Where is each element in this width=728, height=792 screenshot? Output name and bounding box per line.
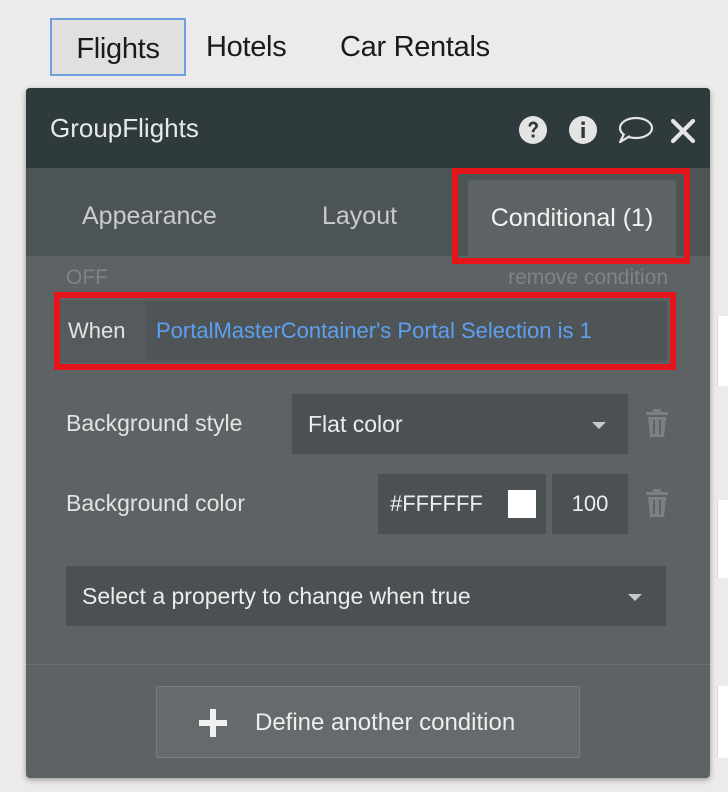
property-select-placeholder: Select a property to change when true	[82, 583, 471, 609]
remove-condition-link[interactable]: remove condition	[508, 266, 668, 290]
color-swatch[interactable]	[508, 490, 536, 518]
background-color-label: Background color	[66, 490, 245, 516]
chevron-down-icon	[592, 422, 606, 429]
trash-icon[interactable]	[644, 408, 670, 438]
tab-car-rentals[interactable]: Car Rentals	[340, 18, 490, 76]
info-icon[interactable]	[568, 115, 598, 145]
condition-status[interactable]: OFF	[66, 266, 108, 290]
background-field	[717, 686, 728, 758]
tab-appearance[interactable]: Appearance	[82, 168, 217, 256]
background-field	[717, 500, 728, 578]
highlight-box-condition	[54, 292, 676, 370]
divider	[26, 664, 710, 665]
trash-icon[interactable]	[644, 488, 670, 518]
tab-hotels[interactable]: Hotels	[206, 18, 287, 76]
background-style-value: Flat color	[308, 411, 403, 437]
highlight-box-conditional-tab	[452, 168, 690, 264]
background-style-select[interactable]: Flat color	[292, 394, 628, 454]
chevron-down-icon	[628, 594, 642, 601]
panel-header: GroupFlights	[26, 88, 710, 168]
property-select[interactable]: Select a property to change when true	[66, 566, 666, 626]
plus-icon	[199, 709, 227, 737]
tab-flights[interactable]: Flights	[50, 18, 186, 76]
comment-icon[interactable]	[616, 115, 654, 145]
property-editor-panel: GroupFlights Appearance Layout Condition…	[26, 88, 710, 778]
opacity-input[interactable]: 100	[552, 474, 628, 534]
background-field	[717, 316, 728, 386]
panel-title: GroupFlights	[50, 113, 199, 143]
close-icon[interactable]	[670, 115, 696, 145]
tab-layout[interactable]: Layout	[322, 168, 397, 256]
background-style-label: Background style	[66, 410, 243, 436]
define-another-condition-button[interactable]: Define another condition	[156, 686, 580, 758]
help-icon[interactable]	[518, 115, 548, 145]
define-button-label: Define another condition	[255, 709, 516, 736]
